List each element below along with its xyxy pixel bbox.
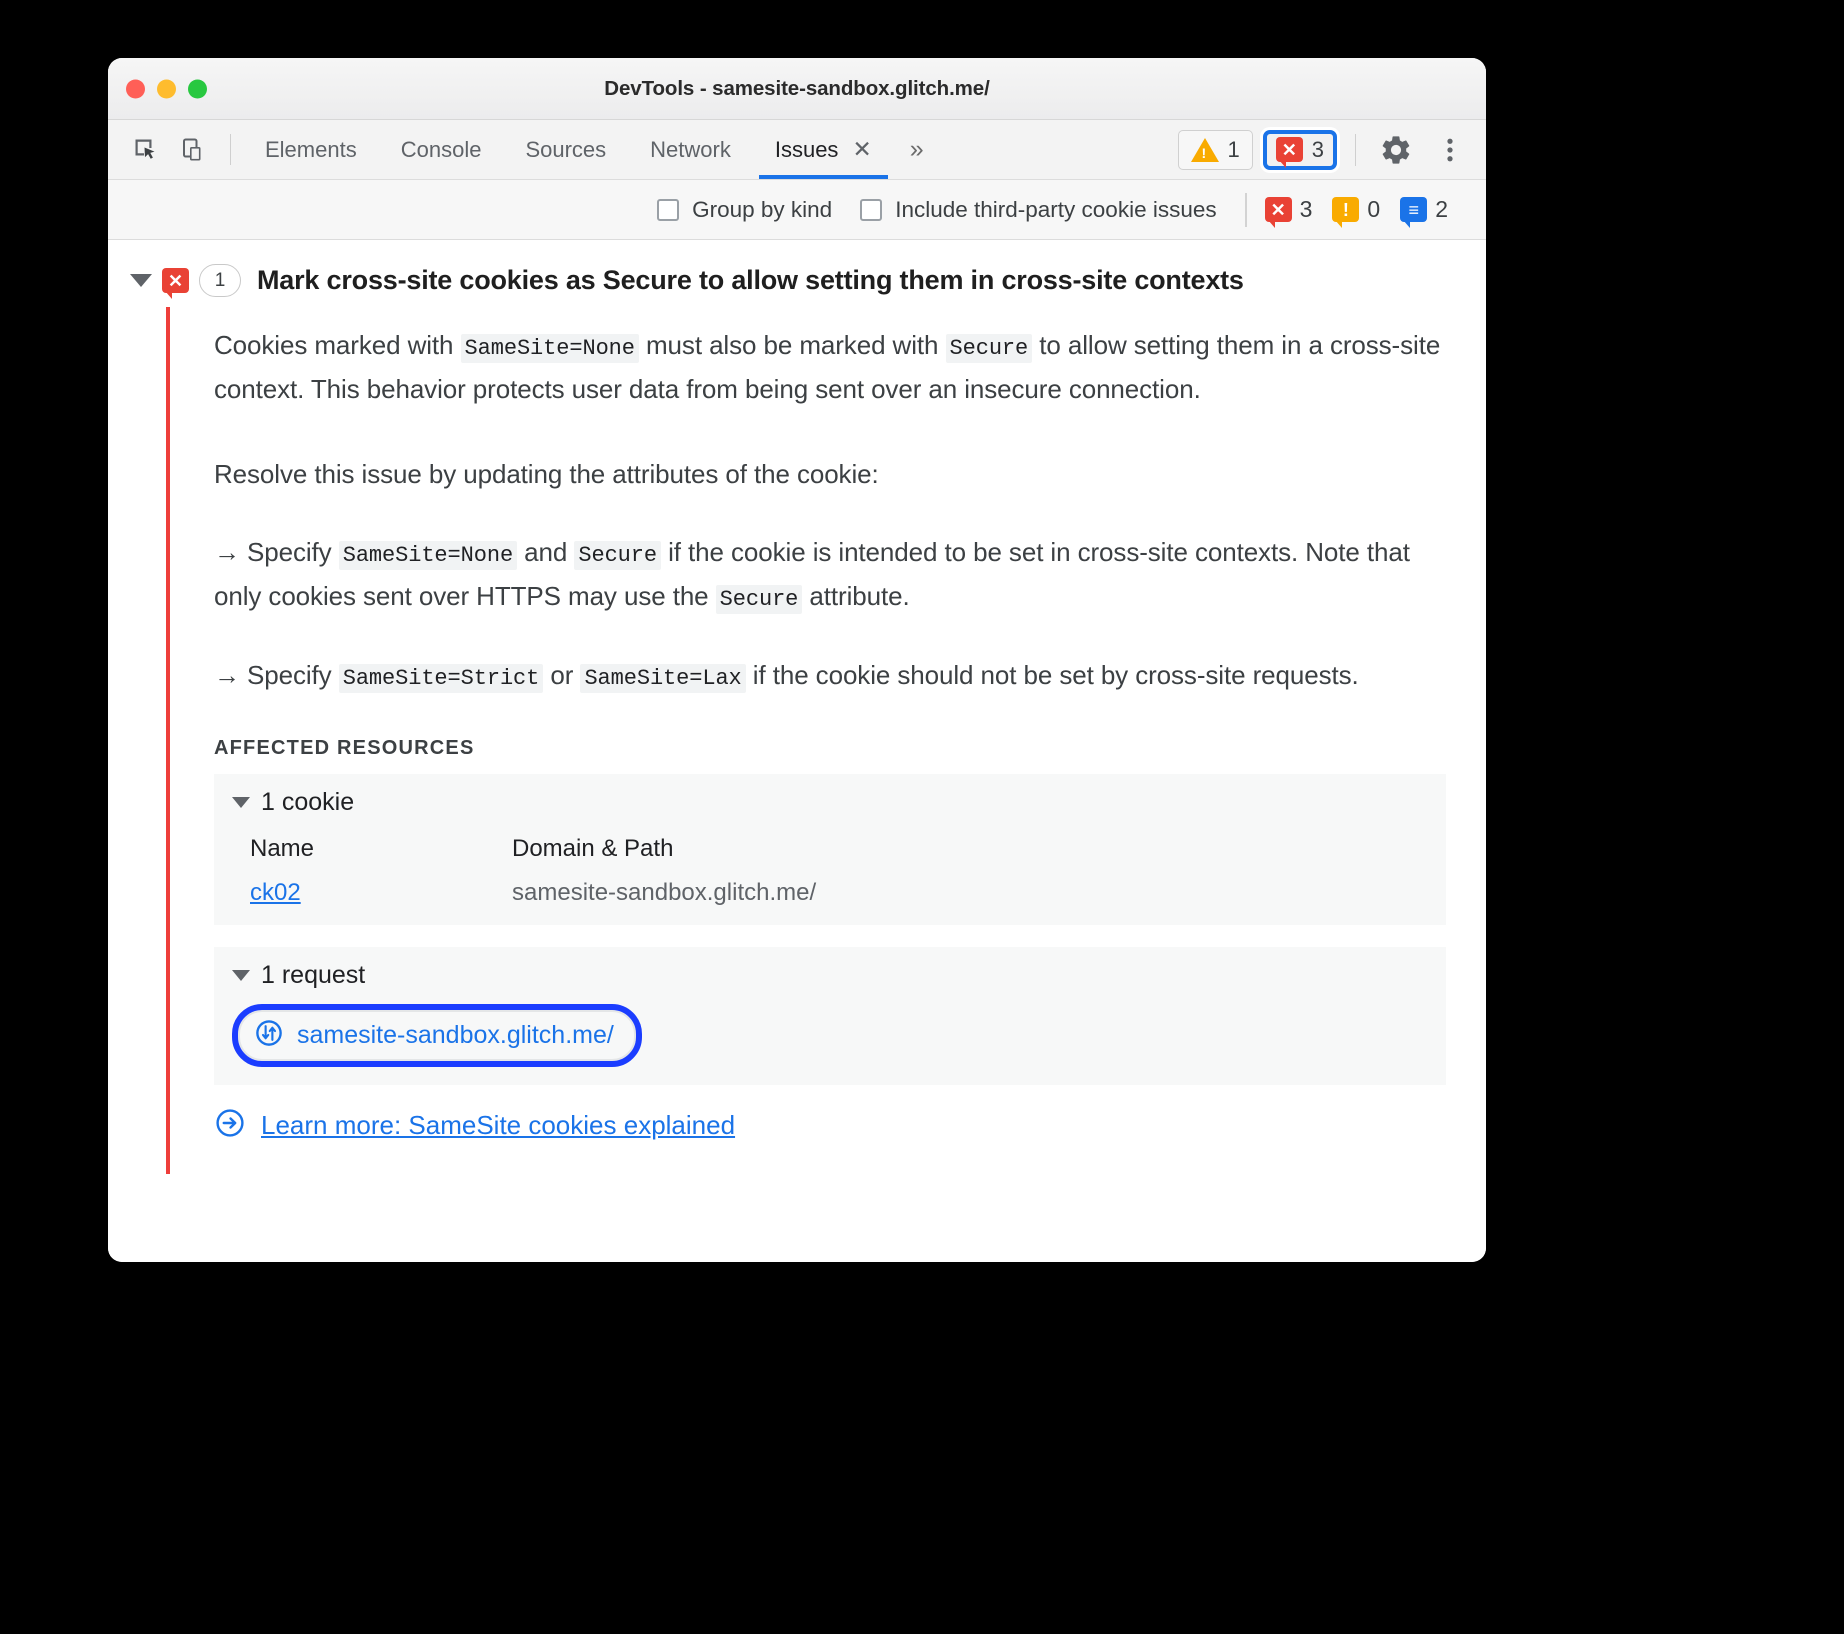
cookie-name-link[interactable]: ck02	[250, 879, 301, 906]
tab-elements-label: Elements	[265, 136, 357, 162]
warning-counter-value: 1	[1227, 136, 1240, 162]
warning-count-indicator[interactable]: ! 0	[1332, 196, 1381, 228]
error-counter-value: 3	[1311, 136, 1324, 162]
issue-paragraph-1: Cookies marked with SameSite=None must a…	[214, 330, 1441, 405]
inline-code: Secure	[715, 585, 803, 615]
cookies-section-header[interactable]: 1 cookie	[214, 788, 1446, 817]
network-request-icon	[254, 1018, 284, 1053]
checkbox-box-include-third-party[interactable]	[860, 198, 883, 221]
issue-header-row[interactable]: ✕ 1 Mark cross-site cookies as Secure to…	[108, 254, 1486, 307]
info-count-indicator[interactable]: ≡ 2	[1400, 196, 1448, 228]
tab-network-label: Network	[650, 136, 731, 162]
inline-code: SameSite=None	[460, 334, 639, 363]
toolbar-divider-right	[1355, 133, 1356, 166]
affected-cookies-block: 1 cookie Name Domain & Path ck02 samesit…	[214, 773, 1446, 925]
error-badge-icon: ✕	[1275, 137, 1303, 168]
more-tabs-icon[interactable]: »	[894, 120, 940, 179]
inline-code: SameSite=Lax	[580, 663, 746, 693]
inline-code: Secure	[574, 540, 661, 570]
inline-code: SameSite=None	[338, 540, 518, 570]
tab-console-label: Console	[400, 136, 482, 162]
column-header-domain-path: Domain & Path	[512, 834, 674, 862]
table-header-row: Name Domain & Path	[232, 835, 816, 879]
inline-code: Secure	[945, 334, 1033, 363]
zoom-window-button[interactable]	[188, 79, 207, 98]
chevron-down-icon-cookies[interactable]	[232, 796, 250, 808]
tab-sources[interactable]: Sources	[503, 120, 628, 179]
arrow-in-circle-icon	[214, 1107, 246, 1144]
chevron-down-icon[interactable]	[124, 274, 158, 287]
window-titlebar: DevTools - samesite-sandbox.glitch.me/	[108, 58, 1486, 120]
affected-requests-block: 1 request samesite-sandbox.glitch.me/	[214, 946, 1446, 1085]
info-count-value: 2	[1435, 196, 1448, 222]
learn-more-link[interactable]: Learn more: SameSite cookies explained	[261, 1110, 735, 1141]
issue-body: Cookies marked with SameSite=None must a…	[108, 307, 1486, 1174]
device-toolbar-icon[interactable]	[170, 120, 218, 179]
affected-request-link-button[interactable]: samesite-sandbox.glitch.me/	[232, 1003, 642, 1067]
affected-request-url: samesite-sandbox.glitch.me/	[297, 1020, 614, 1049]
chevron-down-icon-requests[interactable]	[232, 969, 250, 981]
group-by-kind-checkbox[interactable]: Group by kind	[657, 197, 832, 223]
devtools-window: DevTools - samesite-sandbox.glitch.me/ E…	[108, 58, 1486, 1262]
error-count-indicator[interactable]: ✕ 3	[1264, 196, 1313, 228]
tab-network[interactable]: Network	[628, 120, 753, 179]
requests-section-header[interactable]: 1 request	[214, 961, 1446, 990]
include-third-party-checkbox[interactable]: Include third-party cookie issues	[860, 196, 1217, 223]
column-header-name: Name	[250, 834, 315, 862]
requests-section-label: 1 request	[261, 960, 366, 989]
issue-paragraph-4: → Specify SameSite=Strict or SameSite=La…	[214, 659, 1359, 693]
filterbar-divider	[1244, 192, 1247, 227]
tab-console[interactable]: Console	[379, 120, 504, 179]
table-row: ck02 samesite-sandbox.glitch.me/	[232, 879, 816, 907]
affected-resources-label: AFFECTED RESOURCES	[214, 736, 475, 759]
affected-cookies-table: Name Domain & Path ck02 samesite-sandbox…	[232, 835, 816, 907]
issue-paragraph-2: Resolve this issue by updating the attri…	[214, 458, 879, 489]
issues-filter-bar: Group by kind Include third-party cookie…	[108, 180, 1486, 240]
request-row: samesite-sandbox.glitch.me/	[232, 1003, 642, 1067]
minimize-window-button[interactable]	[157, 79, 176, 98]
learn-more-row[interactable]: Learn more: SameSite cookies explained	[214, 1107, 1446, 1174]
error-counter-button[interactable]: ✕ 3	[1262, 129, 1337, 170]
toolbar-divider	[230, 134, 231, 165]
issue-paragraph-3: → Specify SameSite=None and Secure if th…	[214, 536, 1410, 615]
traffic-light-controls	[126, 79, 207, 98]
devtools-tabbar: Elements Console Sources Network Issues …	[108, 120, 1486, 180]
kebab-menu-icon[interactable]	[1428, 128, 1472, 172]
gear-icon[interactable]	[1374, 128, 1418, 172]
warning-count-value: 0	[1367, 196, 1381, 222]
issue-count-group: ✕ 3 ! 0 ≡ 2	[1264, 196, 1468, 228]
info-badge-icon-small: ≡	[1400, 197, 1428, 228]
warning-triangle-icon	[1190, 137, 1219, 162]
issue-title: Mark cross-site cookies as Secure to all…	[257, 265, 1244, 295]
include-third-party-label: Include third-party cookie issues	[895, 196, 1217, 222]
warning-badge-icon-small: !	[1332, 197, 1360, 228]
cookie-name-cell: ck02	[232, 879, 512, 907]
error-badge-icon-small: ✕	[1264, 197, 1292, 228]
checkbox-box-group-by-kind[interactable]	[657, 198, 680, 221]
cookies-section-label: 1 cookie	[261, 787, 355, 816]
tab-sources-label: Sources	[525, 136, 607, 162]
screen-root: DevTools - samesite-sandbox.glitch.me/ E…	[0, 0, 1844, 1634]
group-by-kind-label: Group by kind	[692, 196, 833, 222]
error-count-value: 3	[1299, 196, 1313, 222]
warning-counter-button[interactable]: 1	[1177, 129, 1253, 170]
cookie-domain-path-cell: samesite-sandbox.glitch.me/	[512, 878, 817, 906]
issue-occurrence-count: 1	[199, 264, 241, 297]
issue-description: Cookies marked with SameSite=None must a…	[170, 307, 1486, 1174]
window-title: DevTools - samesite-sandbox.glitch.me/	[604, 76, 990, 100]
tab-elements[interactable]: Elements	[243, 120, 379, 179]
close-icon[interactable]: ✕	[852, 138, 871, 161]
tab-issues-label: Issues	[774, 136, 839, 162]
inspect-element-icon[interactable]	[122, 120, 170, 179]
inline-code: SameSite=Strict	[338, 663, 544, 693]
tab-issues[interactable]: Issues ✕	[753, 120, 894, 179]
close-window-button[interactable]	[126, 79, 145, 98]
issue-error-badge-icon: ✕	[162, 268, 189, 299]
issues-panel-content: ✕ 1 Mark cross-site cookies as Secure to…	[108, 240, 1486, 1262]
panel-tabs: Elements Console Sources Network Issues …	[243, 120, 940, 179]
toolbar-right-group: 1 ✕ 3	[1177, 120, 1487, 179]
